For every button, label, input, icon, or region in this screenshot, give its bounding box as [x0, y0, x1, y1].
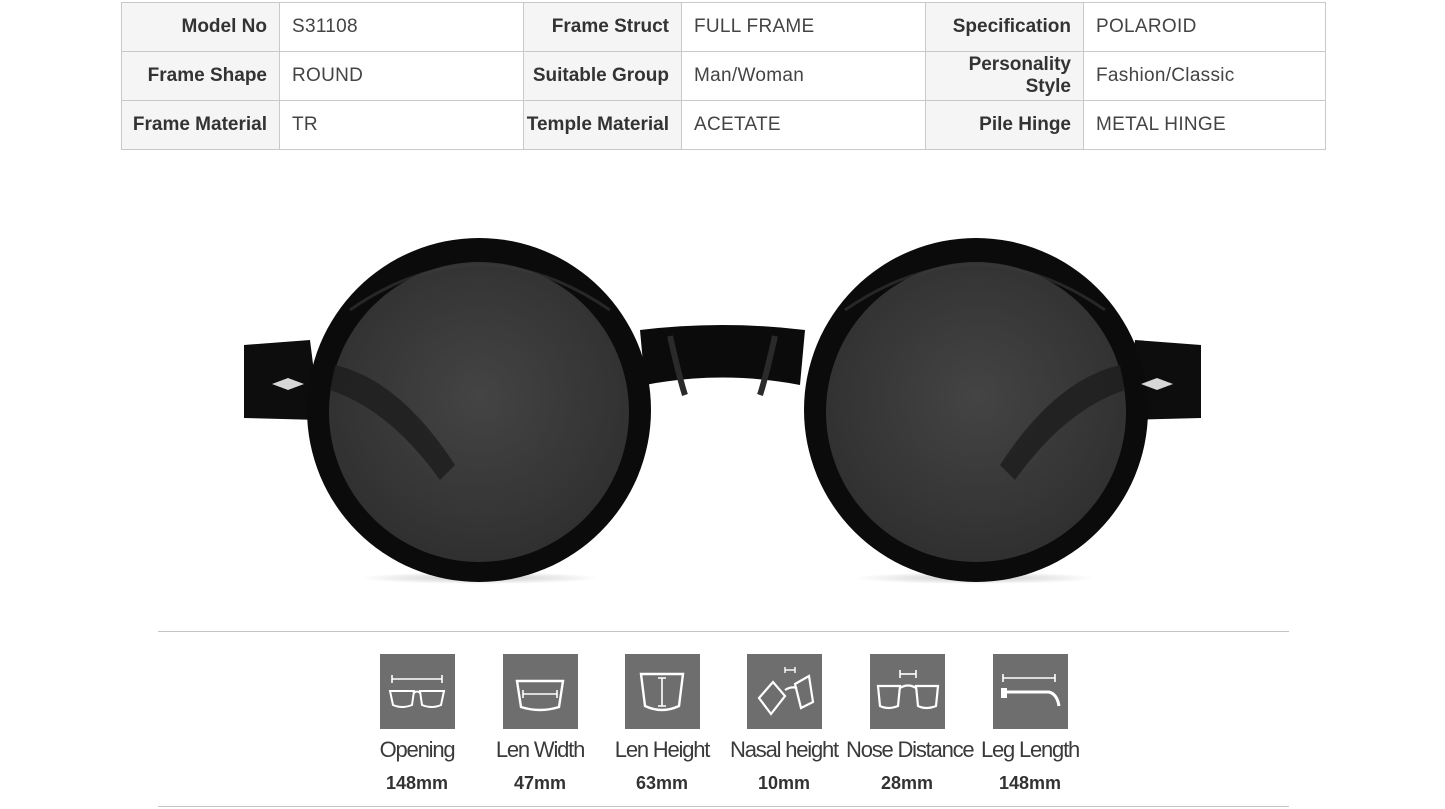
divider-bottom: [158, 806, 1289, 807]
spec-row: Frame Shape ROUND Suitable Group Man/Wom…: [121, 51, 1326, 101]
spec-label: Suitable Group: [523, 51, 682, 101]
measurements: Opening 148mm Len Width 47mm Len Height …: [356, 654, 1096, 804]
sunglasses-image: [244, 238, 1201, 584]
spec-label: Frame Shape: [121, 51, 280, 101]
spec-table: Model No S31108 Frame Struct FULL FRAME …: [121, 2, 1326, 150]
spec-value: FULL FRAME: [681, 2, 926, 52]
measurement-nose-distance: Nose Distance 28mm: [846, 654, 975, 794]
measurement-label: Len Height: [614, 737, 711, 762]
spec-value: Fashion/Classic: [1083, 51, 1326, 101]
spec-value: METAL HINGE: [1083, 100, 1326, 150]
opening-icon: [379, 654, 455, 729]
spec-value: ACETATE: [681, 100, 926, 150]
spec-value: Man/Woman: [681, 51, 926, 101]
measurement-label: Nasal height: [730, 737, 839, 762]
spec-value: ROUND: [279, 51, 524, 101]
measurement-value: 28mm: [880, 773, 934, 793]
measurement-label: Len Width: [495, 737, 585, 762]
measurement-len-width: Len Width 47mm: [479, 654, 601, 794]
nasal-height-icon: [746, 654, 822, 729]
spec-value: POLAROID: [1083, 2, 1326, 52]
spec-label: Specification: [925, 2, 1084, 52]
measurement-value: 10mm: [757, 773, 811, 793]
leg-length-icon: [992, 654, 1068, 729]
spec-label: Pile Hinge: [925, 100, 1084, 150]
measurement-label: Opening: [379, 737, 456, 762]
measurement-len-height: Len Height 63mm: [601, 654, 723, 794]
measurement-value: 47mm: [513, 773, 567, 793]
spec-label: Personality Style: [925, 51, 1084, 101]
measurement-nasal-height: Nasal height 10mm: [723, 654, 845, 794]
measurement-opening: Opening 148mm: [356, 654, 478, 794]
spec-row: Frame Material TR Temple Material ACETAT…: [121, 100, 1326, 150]
measurement-label: Leg Length: [980, 737, 1080, 762]
nose-distance-icon: [869, 654, 945, 729]
lens-width-icon: [502, 654, 578, 729]
spec-label: Frame Material: [121, 100, 280, 150]
spec-label: Frame Struct: [523, 2, 682, 52]
spec-row: Model No S31108 Frame Struct FULL FRAME …: [121, 2, 1326, 52]
measurement-value: 148mm: [998, 773, 1062, 793]
spec-value: S31108: [279, 2, 524, 52]
spec-value: TR: [279, 100, 524, 150]
spec-label: Temple Material: [523, 100, 682, 150]
lens-height-icon: [624, 654, 700, 729]
measurement-value: 63mm: [635, 773, 689, 793]
measurement-value: 148mm: [385, 773, 449, 793]
divider-top: [158, 631, 1289, 632]
measurement-leg-length: Leg Length 148mm: [969, 654, 1091, 794]
spec-label: Model No: [121, 2, 280, 52]
measurement-label: Nose Distance: [846, 737, 975, 762]
